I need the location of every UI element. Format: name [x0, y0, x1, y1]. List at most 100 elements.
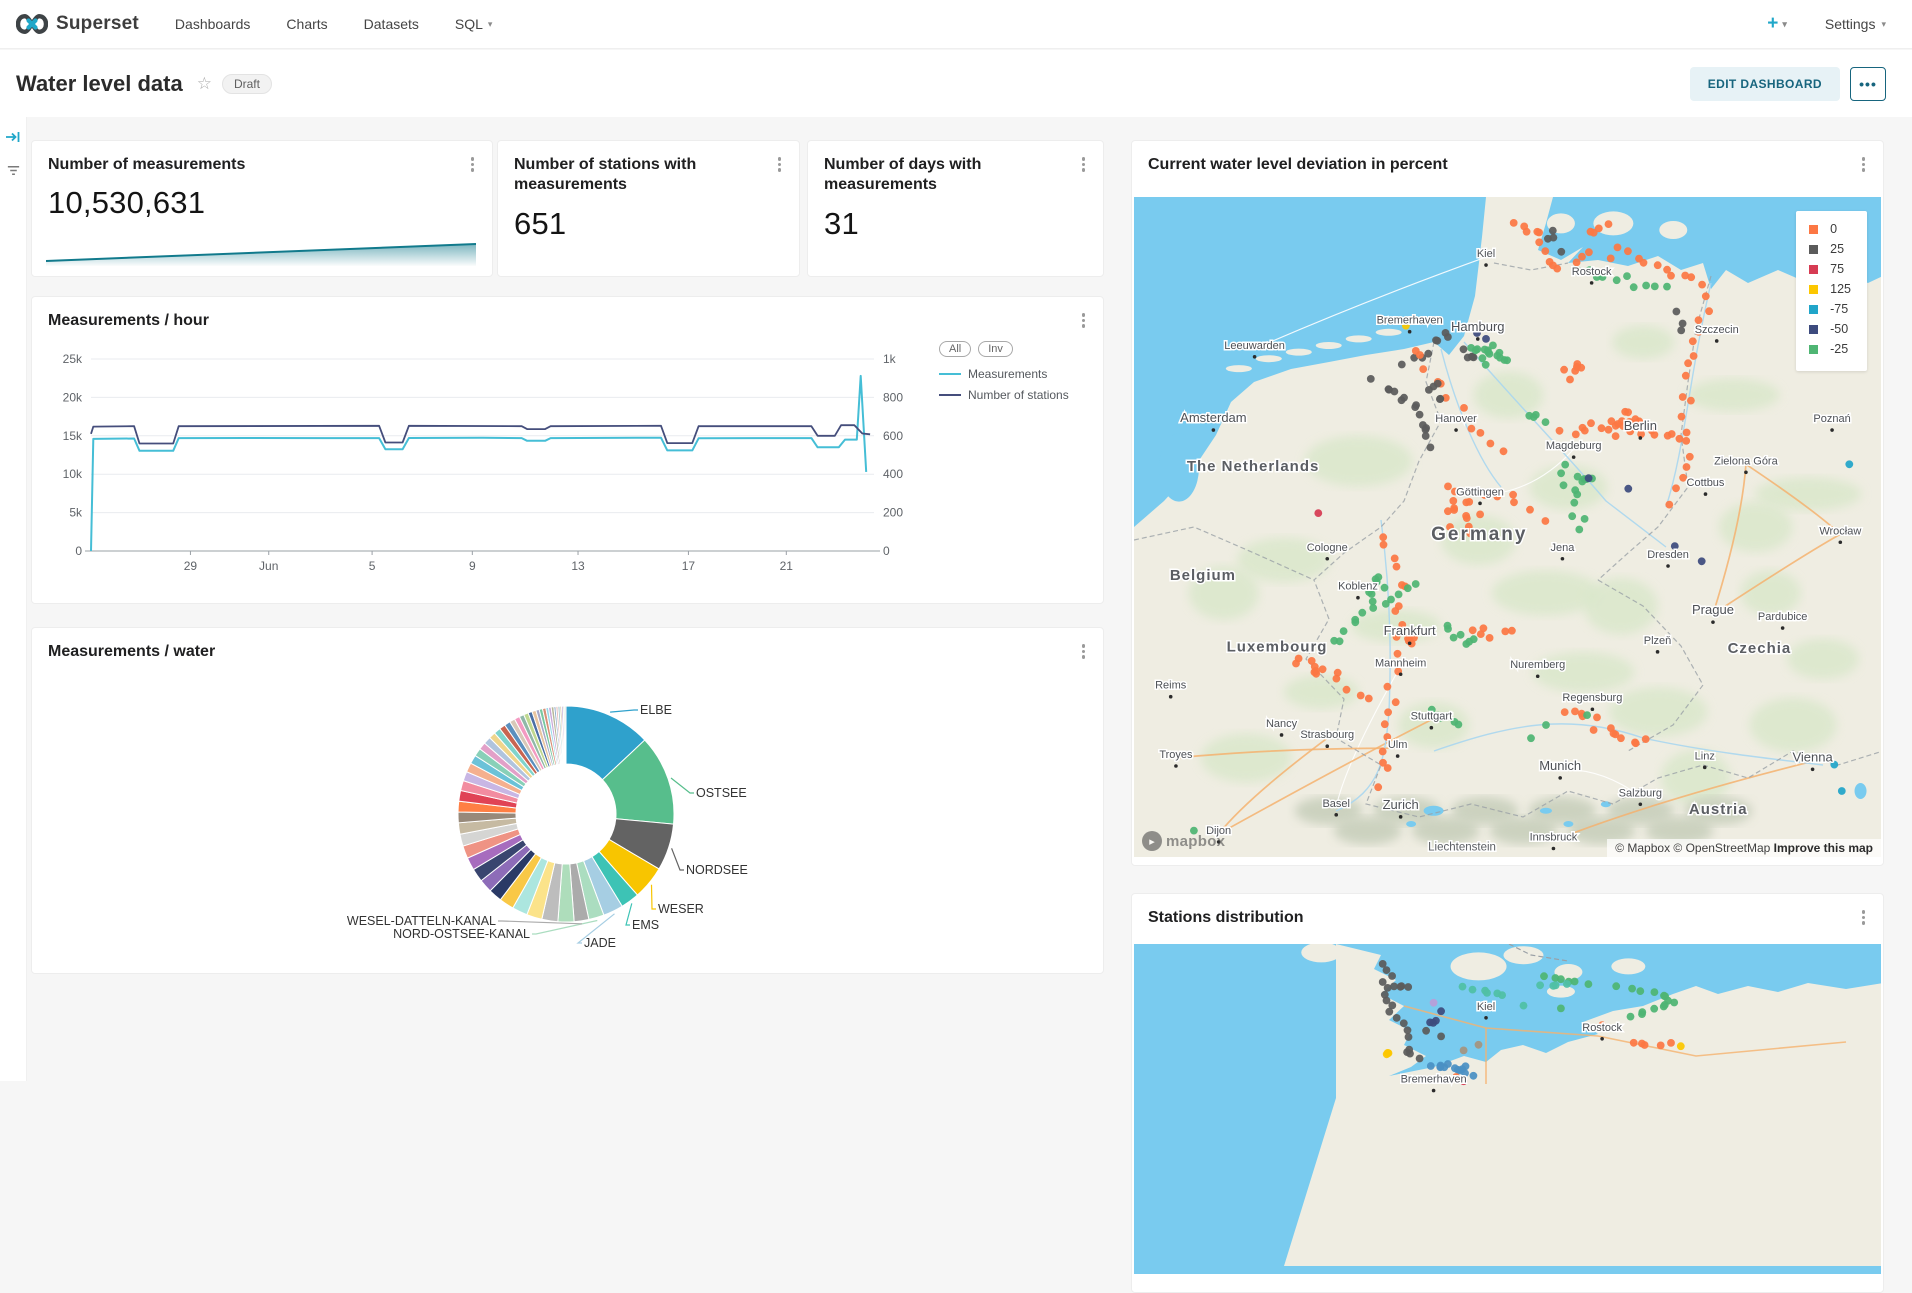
mapbox-wordmark: mapbox [1166, 833, 1225, 850]
station-dot [1605, 220, 1613, 228]
superset-logo[interactable]: Superset [16, 13, 139, 35]
station-dot [1351, 616, 1359, 624]
station-dot [1663, 283, 1671, 291]
chart-title: Current water level deviation in percent [1148, 155, 1448, 175]
kebab-menu-icon[interactable] [774, 155, 786, 174]
svg-text:Göttingen: Göttingen [1456, 486, 1504, 498]
svg-text:17: 17 [682, 559, 696, 573]
station-dot [1384, 1049, 1392, 1057]
station-dot [1654, 261, 1662, 269]
chevron-down-icon: ▾ [488, 19, 493, 30]
map-city-label: Liechtenstein [1428, 841, 1496, 853]
attribution-text: © Mapbox © OpenStreetMap [1615, 841, 1773, 855]
station-dot [1612, 432, 1620, 440]
improve-map-link[interactable]: Improve this map [1774, 841, 1873, 855]
dashboard-more-button[interactable]: ••• [1850, 67, 1886, 101]
legend-label: 125 [1830, 282, 1851, 296]
kebab-menu-icon[interactable] [1078, 311, 1090, 330]
station-dot [1631, 739, 1639, 747]
station-dot [1566, 376, 1574, 384]
station-dot [1381, 720, 1389, 728]
kebab-menu-icon[interactable] [1078, 155, 1090, 174]
svg-text:Bremerhaven: Bremerhaven [1377, 315, 1443, 327]
legend-button-all[interactable]: All [939, 341, 971, 357]
svg-text:Liechtenstein: Liechtenstein [1428, 841, 1496, 853]
deviation-map[interactable]: LeeuwardenAmsterdamThe NetherlandsBremer… [1134, 197, 1881, 857]
legend-buttons: All Inv [939, 341, 1091, 357]
filter-icon[interactable] [6, 163, 21, 178]
donut-slice[interactable] [565, 706, 566, 764]
svg-text:10k: 10k [63, 467, 83, 481]
kebab-menu-icon[interactable] [1858, 155, 1870, 174]
station-dot [1628, 985, 1636, 993]
svg-text:Zurich: Zurich [1383, 797, 1419, 812]
station-dot [1575, 526, 1583, 534]
station-dot [1476, 511, 1484, 519]
station-dot [1687, 273, 1695, 281]
station-dot [1677, 327, 1685, 335]
station-dot [1526, 506, 1534, 514]
station-dot [1460, 404, 1468, 412]
station-dot [1705, 307, 1713, 315]
kpi-title: Number of stations with measurements [514, 155, 734, 196]
status-badge: Draft [222, 74, 272, 94]
station-dot [1560, 481, 1568, 489]
kebab-menu-icon[interactable] [467, 155, 479, 174]
station-dot [1444, 1060, 1452, 1068]
station-dot [1535, 238, 1543, 246]
legend-entry: 0 [1809, 222, 1851, 236]
svg-text:Rostock: Rostock [1572, 266, 1612, 278]
nav-item-charts[interactable]: Charts [286, 16, 327, 32]
page-title: Water level data [16, 71, 183, 97]
legend-button-inv[interactable]: Inv [978, 341, 1013, 357]
nav-item-sql[interactable]: SQL▾ [455, 16, 493, 32]
kpi-value: 31 [808, 196, 1103, 242]
kebab-menu-icon[interactable] [1078, 642, 1090, 661]
station-dot [1624, 408, 1632, 416]
legend-item[interactable]: Measurements [939, 367, 1091, 381]
station-dot [1424, 350, 1432, 358]
edit-dashboard-button[interactable]: EDIT DASHBOARD [1690, 67, 1840, 101]
nav-item-label: Datasets [364, 16, 419, 32]
expand-filter-bar-icon[interactable] [5, 129, 21, 145]
station-dot [1572, 431, 1580, 439]
kebab-menu-icon[interactable] [1858, 908, 1870, 927]
station-dot [1384, 764, 1392, 772]
header-actions: EDIT DASHBOARD ••• [1690, 67, 1886, 101]
station-dot [1838, 787, 1846, 795]
station-dot [1690, 352, 1698, 360]
legend-swatch [1809, 225, 1818, 234]
station-dot [1460, 1047, 1468, 1055]
legend-label: 75 [1830, 262, 1844, 276]
chart-title: Stations distribution [1148, 908, 1304, 928]
station-dot [1527, 734, 1535, 742]
legend-label: Number of stations [968, 388, 1069, 402]
svg-text:Basel: Basel [1322, 798, 1350, 810]
station-dot [1630, 1039, 1638, 1047]
nav-item-datasets[interactable]: Datasets [364, 16, 419, 32]
mapbox-logo[interactable]: ▸ mapbox [1142, 831, 1225, 851]
station-dot [1670, 999, 1678, 1007]
favorite-star-icon[interactable]: ☆ [197, 74, 212, 94]
station-dot [1450, 506, 1458, 514]
settings-menu[interactable]: Settings ▾ [1825, 16, 1886, 32]
donut-label: NORDSEE [686, 863, 748, 877]
donut-label: EMS [632, 918, 659, 932]
nav-item-dashboards[interactable]: Dashboards [175, 16, 251, 32]
station-dot [1384, 683, 1392, 691]
station-dot [1501, 628, 1509, 636]
station-dot [1557, 469, 1565, 477]
station-dot [1387, 596, 1395, 604]
svg-text:Nancy: Nancy [1266, 718, 1298, 730]
svg-text:Luxembourg: Luxembourg [1227, 639, 1328, 656]
legend-item[interactable]: Number of stations [939, 388, 1091, 402]
station-dot [1463, 514, 1471, 522]
new-item-button[interactable]: + ▾ [1767, 13, 1787, 35]
kpi-card-days: Number of days with measurements 31 [807, 140, 1104, 277]
filter-bar-collapsed [0, 117, 27, 1081]
station-dot [1365, 695, 1373, 703]
stations-map[interactable]: KielRostockBremerhaven [1134, 944, 1881, 1274]
settings-label: Settings [1825, 16, 1876, 32]
station-dot [1312, 667, 1320, 675]
svg-text:Magdeburg: Magdeburg [1546, 440, 1602, 452]
